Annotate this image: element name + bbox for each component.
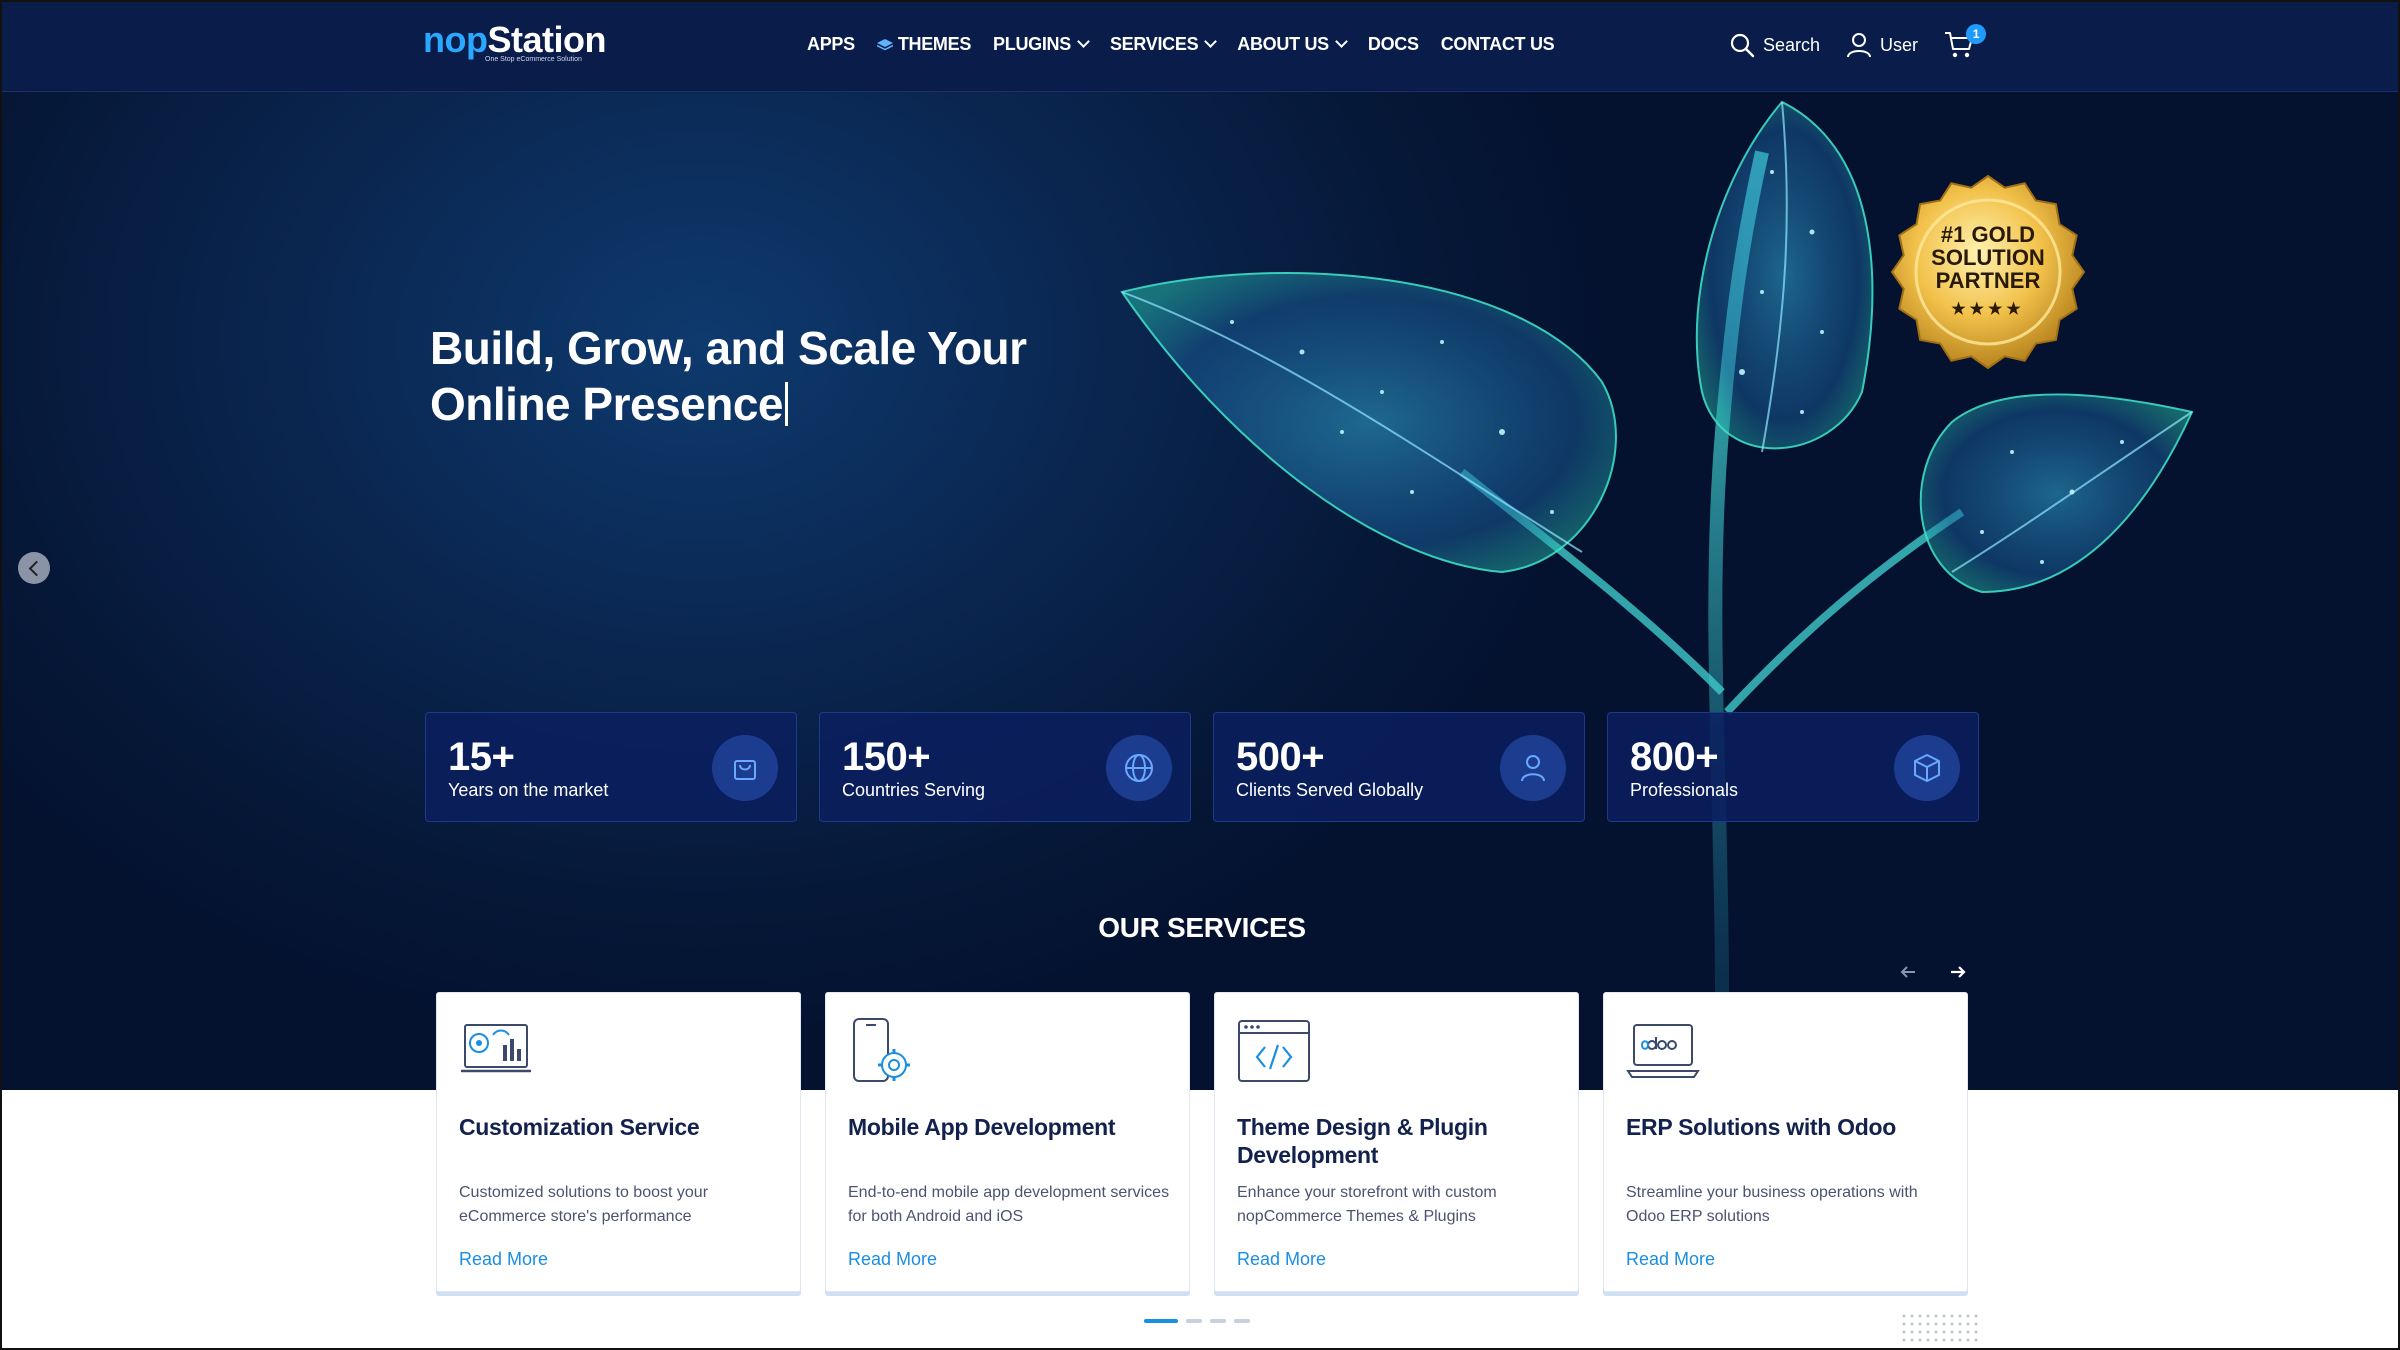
card-description: Customized solutions to boost your eComm…: [459, 1184, 709, 1225]
service-card-erp-odoo[interactable]: ERP Solutions with Odoo Streamline your …: [1603, 992, 1968, 1292]
stat-card-professionals: 800+ Professionals: [1607, 712, 1979, 822]
stat-label: Countries Serving: [842, 780, 986, 800]
header-actions: Search User 1: [1729, 24, 1987, 60]
site-header: nopStation One Stop eCommerce Solution A…: [2, 2, 2398, 92]
search-icon: [1730, 33, 1755, 58]
nav-contact-label: CONTACT US: [1440, 34, 1555, 54]
pagination-dot[interactable]: [1210, 1319, 1226, 1323]
search-button[interactable]: Search: [1729, 32, 1820, 58]
stats-row: 15+ Years on the market 150+ Countries S…: [425, 712, 1979, 822]
service-card-customization[interactable]: Customization Service Customized solutio…: [436, 992, 801, 1292]
hero-title-line2-wrap: Online Presence: [430, 376, 1130, 432]
nav-themes[interactable]: THEMES: [876, 34, 972, 55]
hero-section: Build, Grow, and Scale Your Online Prese…: [2, 92, 2398, 1090]
pagination-dot-active[interactable]: [1144, 1319, 1178, 1323]
card-title: Theme Design & Plugin Development: [1237, 1114, 1488, 1168]
logo-tagline: One Stop eCommerce Solution: [485, 56, 582, 63]
gold-partner-badge: #1 GOLD SOLUTION PARTNER ★★★★: [1888, 172, 2088, 372]
page-frame: nopStation One Stop eCommerce Solution A…: [0, 0, 2400, 1350]
services-heading: OUR SERVICES: [1098, 912, 1306, 943]
cart-count-badge: 1: [1966, 24, 1987, 44]
badge-line3: PARTNER: [1935, 268, 2041, 293]
stat-card-countries: 150+ Countries Serving: [819, 712, 1191, 822]
stat-label: Professionals: [1630, 780, 1739, 800]
read-more-link[interactable]: Read More: [459, 1249, 548, 1270]
layers-icon: [876, 38, 893, 50]
services-carousel-nav: [1898, 962, 1968, 982]
card-description: Enhance your storefront with custom nopC…: [1237, 1184, 1497, 1225]
read-more-link[interactable]: Read More: [1237, 1249, 1326, 1270]
card-description: Streamline your business operations with…: [1626, 1184, 1918, 1225]
nav-plugins-label: PLUGINS: [993, 34, 1071, 54]
chevron-left-icon: [28, 560, 44, 576]
user-label: User: [1880, 34, 1919, 55]
hero-headline: Build, Grow, and Scale Your Online Prese…: [430, 320, 1130, 432]
pagination-dot[interactable]: [1186, 1319, 1202, 1323]
chevron-down-icon: [1335, 35, 1348, 48]
main-nav: APPS THEMES PLUGINS SERVICES ABOUT US DO…: [807, 34, 1555, 55]
user-icon: [1847, 33, 1872, 58]
carousel-pagination: [1144, 1319, 1250, 1323]
globe-icon: [1106, 735, 1172, 801]
service-card-mobile-app[interactable]: Mobile App Development End-to-end mobile…: [825, 992, 1190, 1292]
odoo-laptop-icon: [1626, 1024, 1700, 1078]
card-title: Mobile App Development: [848, 1114, 1116, 1140]
badge-stars: ★★★★: [1951, 301, 2025, 318]
nav-themes-label: THEMES: [897, 34, 972, 54]
shopping-bag-icon: [712, 735, 778, 801]
nav-docs-label: DOCS: [1367, 34, 1419, 54]
stat-value: 15+: [448, 735, 515, 779]
hero-title-line1: Build, Grow, and Scale Your: [430, 322, 1027, 374]
arrow-left-icon: [1900, 966, 1915, 978]
logo-station: Station: [487, 19, 606, 60]
read-more-link[interactable]: Read More: [848, 1249, 937, 1270]
chevron-down-icon: [1077, 35, 1090, 48]
nav-docs[interactable]: DOCS: [1368, 34, 1419, 55]
nav-services-label: SERVICES: [1109, 34, 1199, 54]
nav-apps-label: APPS: [807, 34, 855, 54]
user-icon: [1500, 735, 1566, 801]
nav-services[interactable]: SERVICES: [1109, 34, 1218, 55]
code-window-icon: [1238, 1020, 1310, 1082]
logo-wordmark: nopStation: [423, 20, 606, 60]
nav-plugins[interactable]: PLUGINS: [993, 34, 1090, 55]
card-title: ERP Solutions with Odoo: [1626, 1114, 1896, 1140]
badge-line2: SOLUTION: [1931, 245, 2045, 270]
user-button[interactable]: User: [1846, 32, 1918, 58]
decorative-dot-grid: [1900, 1312, 1980, 1342]
services-next-button[interactable]: [1948, 962, 1968, 982]
stat-value: 150+: [842, 735, 931, 779]
stat-value: 500+: [1236, 735, 1325, 779]
chevron-down-icon: [1204, 35, 1218, 48]
pagination-dot[interactable]: [1234, 1319, 1250, 1323]
arrow-right-icon: [1951, 966, 1966, 978]
card-title: Customization Service: [459, 1114, 700, 1140]
stat-label: Clients Served Globally: [1236, 780, 1424, 800]
customization-icon: [461, 1024, 531, 1073]
cube-icon: [1894, 735, 1960, 801]
stat-card-clients: 500+ Clients Served Globally: [1213, 712, 1585, 822]
badge-line1: #1 GOLD: [1940, 222, 2036, 247]
logo-nop: nop: [423, 19, 488, 60]
read-more-link[interactable]: Read More: [1626, 1249, 1715, 1270]
nav-contact-us[interactable]: CONTACT US: [1441, 34, 1555, 55]
hero-title-line2: Online Presence: [430, 378, 784, 430]
stat-label: Years on the market: [448, 780, 609, 800]
search-label: Search: [1763, 34, 1821, 55]
stat-value: 800+: [1630, 735, 1719, 779]
service-card-theme-plugin[interactable]: Theme Design & Plugin Development Enhanc…: [1214, 992, 1579, 1292]
stat-card-years: 15+ Years on the market: [425, 712, 797, 822]
typing-caret: [785, 382, 788, 426]
services-prev-button[interactable]: [1898, 962, 1918, 982]
services-cards: Customization Service Customized solutio…: [436, 992, 1968, 1292]
nav-about-us[interactable]: ABOUT US: [1237, 34, 1348, 55]
badge-text: #1 GOLD SOLUTION PARTNER ★★★★: [1888, 172, 2088, 372]
nav-apps[interactable]: APPS: [807, 34, 855, 55]
hero-prev-button[interactable]: [18, 552, 50, 584]
nav-about-label: ABOUT US: [1237, 34, 1329, 54]
site-logo[interactable]: nopStation One Stop eCommerce Solution: [423, 20, 606, 64]
mobile-gear-icon: [853, 1018, 910, 1082]
card-description: End-to-end mobile app development servic…: [848, 1184, 1170, 1225]
cart-button[interactable]: 1: [1944, 24, 1987, 60]
